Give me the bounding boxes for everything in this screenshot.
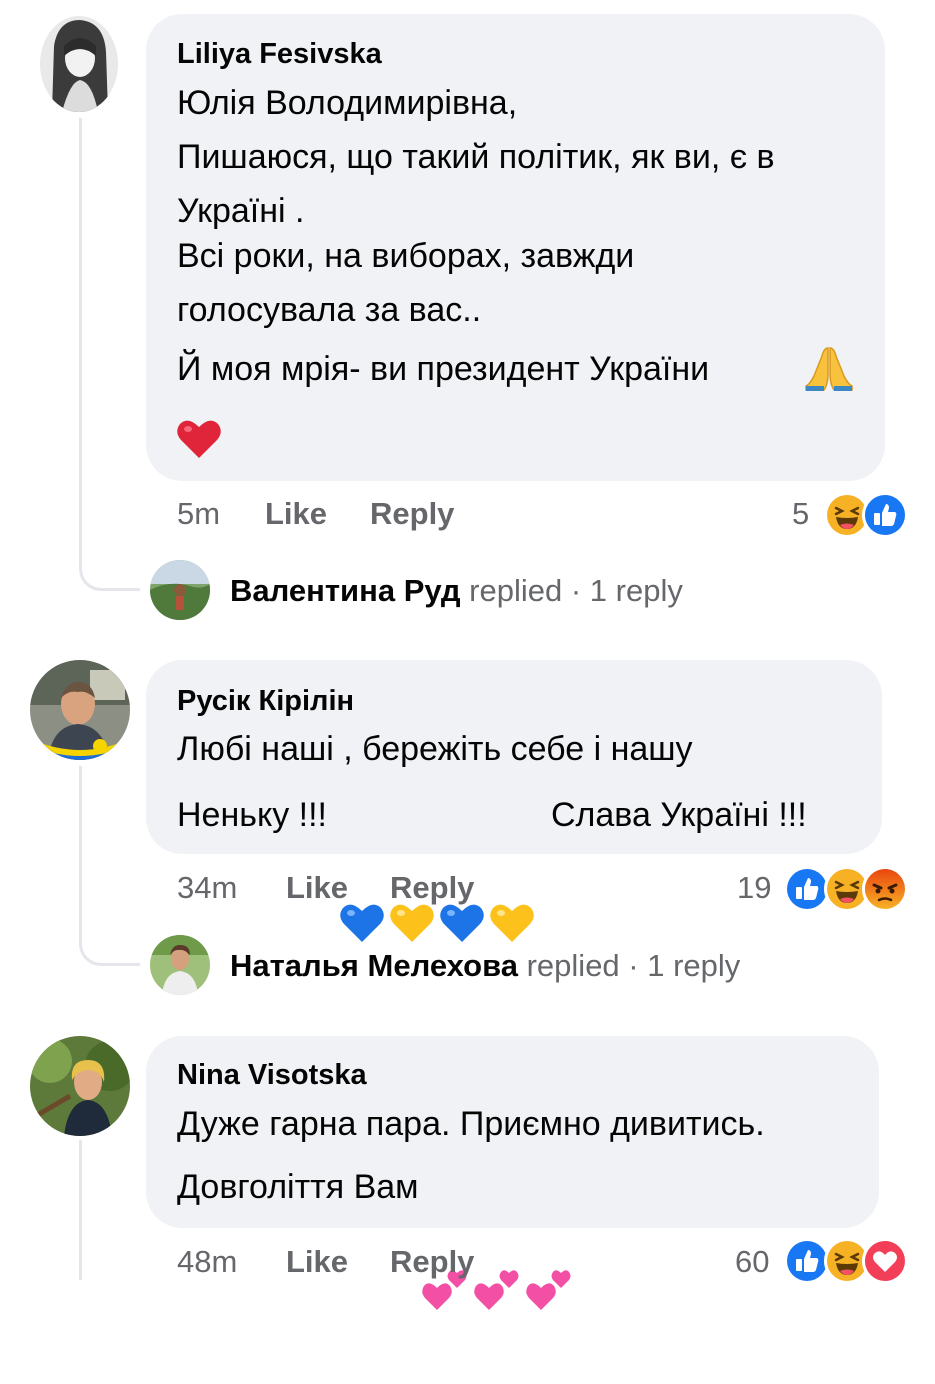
thread-line	[79, 1140, 82, 1280]
reaction-count[interactable]: 60	[735, 1244, 769, 1280]
folded-hands-icon	[804, 344, 854, 397]
comment-timestamp[interactable]: 48m	[177, 1244, 237, 1280]
red-heart-icon	[176, 418, 222, 465]
avatar[interactable]	[150, 935, 210, 995]
reply-count[interactable]: · 1 reply	[628, 948, 740, 983]
comment-text-fragment: Слава Україні !!!	[551, 796, 807, 834]
blue-heart-icon	[439, 794, 485, 942]
comment-author[interactable]: Русік Кірілін	[177, 685, 354, 718]
thread-line	[79, 118, 82, 558]
reply-button[interactable]: Reply	[390, 1244, 474, 1280]
blue-heart-icon	[339, 794, 385, 942]
comment-text-line: Всі роки, на виборах, завжди	[177, 237, 635, 275]
reaction-count[interactable]: 5	[792, 496, 809, 532]
comment-text-line: Пишаюся, що такий політик, як ви, є в	[177, 138, 775, 176]
comment-text-line: Юлія Володимирівна,	[177, 84, 518, 122]
avatar[interactable]	[30, 660, 130, 760]
comment-text-line: голосувала за вас..	[177, 291, 482, 329]
like-button[interactable]: Like	[286, 1244, 348, 1280]
comment-text-line: Й моя мрія- ви президент України	[177, 350, 710, 388]
love-reaction-icon[interactable]	[862, 1238, 908, 1284]
comment-timestamp[interactable]: 5m	[177, 496, 220, 532]
avatar[interactable]	[40, 16, 118, 112]
comment-text-line: Любі наші , бережіть себе і нашу	[177, 730, 693, 768]
reply-button[interactable]: Reply	[370, 496, 454, 532]
like-reaction-icon[interactable]	[862, 492, 908, 538]
reply-count[interactable]: · 1 reply	[571, 573, 683, 608]
avatar[interactable]	[30, 1036, 130, 1136]
thread-connector	[79, 895, 140, 966]
replies-summary[interactable]: Валентина Руд replied · 1 reply	[230, 573, 683, 609]
replied-label: replied	[526, 948, 620, 983]
like-button[interactable]: Like	[265, 496, 327, 532]
comment-author[interactable]: Liliya Fesivska	[177, 38, 382, 71]
comment-text-line: Дуже гарна пара. Приємно дивитись.	[177, 1105, 765, 1143]
replies-summary[interactable]: Наталья Мелехова replied · 1 reply	[230, 948, 740, 984]
two-hearts-icon	[525, 1160, 571, 1310]
comment-author[interactable]: Nina Visotska	[177, 1059, 367, 1092]
replier-name[interactable]: Валентина Руд	[230, 573, 461, 608]
two-hearts-icon	[473, 1160, 519, 1310]
comment-text-line: Неньку !!! Слава Україні !!!	[177, 788, 807, 942]
avatar[interactable]	[150, 560, 210, 620]
two-hearts-icon	[421, 1160, 467, 1310]
yellow-heart-icon	[389, 794, 435, 942]
reaction-count[interactable]: 19	[737, 870, 771, 906]
angry-reaction-icon[interactable]	[862, 866, 908, 912]
replied-label: replied	[469, 573, 563, 608]
replier-name[interactable]: Наталья Мелехова	[230, 948, 518, 983]
like-button[interactable]: Like	[286, 870, 348, 906]
comment-timestamp[interactable]: 34m	[177, 870, 237, 906]
reply-button[interactable]: Reply	[390, 870, 474, 906]
comment-text-fragment: Неньку !!!	[177, 796, 327, 834]
comment-text-line: Довголіття Вам	[177, 1160, 571, 1310]
yellow-heart-icon	[489, 794, 535, 942]
comment-text-fragment: Довголіття Вам	[177, 1168, 419, 1206]
thread-connector	[79, 520, 140, 591]
